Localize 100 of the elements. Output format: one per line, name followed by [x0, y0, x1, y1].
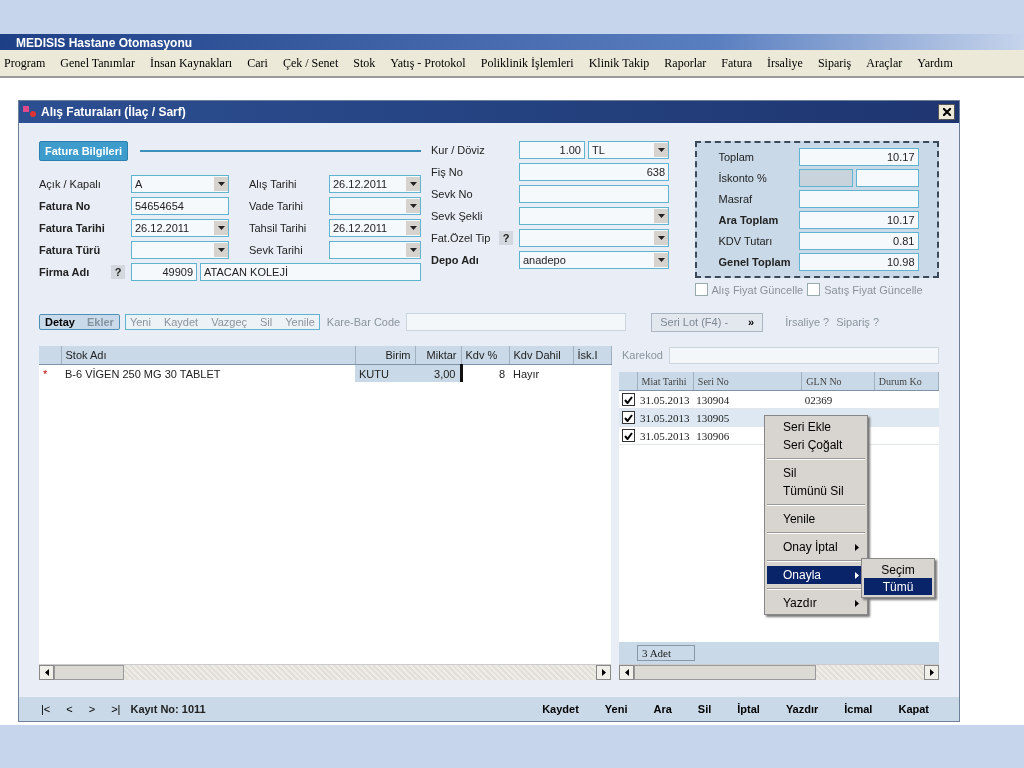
dropdown-arrow-icon[interactable]: [409, 226, 417, 230]
input-field[interactable]: 49909: [131, 263, 197, 281]
dropdown-arrow-icon[interactable]: [409, 204, 417, 208]
menu-item[interactable]: Onay İptal: [767, 538, 865, 556]
input-field[interactable]: 54654654: [131, 197, 229, 215]
dropdown-field[interactable]: [329, 241, 421, 259]
column-header[interactable]: İsk.I: [573, 346, 611, 365]
nav-button[interactable]: |<: [41, 703, 51, 715]
scroll-thumb[interactable]: [54, 665, 124, 680]
column-header[interactable]: GLN No: [801, 372, 875, 391]
row-checkbox[interactable]: [622, 429, 635, 442]
horizontal-scrollbar[interactable]: [39, 664, 611, 680]
menu-item[interactable]: Yatış - Protokol: [390, 55, 466, 71]
dropdown-arrow-icon[interactable]: [657, 236, 665, 240]
menu-item[interactable]: Fatura: [721, 55, 752, 71]
table-cell: B-6 VİGEN 250 MG 30 TABLET: [65, 367, 221, 380]
menu-item[interactable]: Yardım: [917, 55, 953, 71]
footer-button[interactable]: Yeni: [604, 703, 628, 715]
input-field[interactable]: 10.98: [798, 253, 919, 271]
dropdown-field[interactable]: [131, 241, 229, 259]
row-checkbox[interactable]: [622, 393, 635, 406]
menu-item[interactable]: Yazdır: [767, 594, 865, 612]
footer-button[interactable]: İcmal: [844, 703, 873, 715]
footer-button[interactable]: Kapat: [898, 703, 929, 715]
left-arrow-icon[interactable]: [624, 669, 629, 676]
close-button[interactable]: [938, 104, 955, 120]
footer-button[interactable]: Kaydet: [542, 703, 579, 715]
horizontal-scrollbar[interactable]: [619, 664, 939, 680]
dropdown-arrow-icon[interactable]: [409, 248, 417, 252]
barcode-field[interactable]: [406, 313, 627, 331]
tab[interactable]: Detay: [45, 316, 75, 328]
row-checkbox[interactable]: [622, 411, 635, 424]
input-field[interactable]: [855, 169, 919, 187]
menu-item[interactable]: Seri Çoğalt: [767, 436, 865, 454]
dropdown-field[interactable]: 26.12.2011: [329, 175, 421, 193]
menu-item[interactable]: Seri Ekle: [767, 418, 865, 436]
dropdown-field[interactable]: 26.12.2011: [131, 219, 229, 237]
input-field[interactable]: 0.81: [798, 232, 919, 250]
serial-lot-button[interactable]: Seri Lot (F4) - »: [651, 312, 764, 332]
column-header[interactable]: Birim: [355, 346, 415, 365]
column-header[interactable]: Miktar: [415, 346, 461, 365]
dropdown-arrow-icon[interactable]: [217, 248, 225, 252]
nav-button[interactable]: >: [88, 703, 96, 715]
input-field[interactable]: 10.17: [798, 211, 919, 229]
dropdown-arrow-icon[interactable]: [657, 214, 665, 218]
dropdown-arrow-icon[interactable]: [409, 182, 417, 186]
right-arrow-icon[interactable]: [601, 669, 606, 676]
column-header[interactable]: Durum Ko: [874, 372, 939, 391]
input-field[interactable]: [798, 190, 919, 208]
input-field[interactable]: [519, 185, 669, 203]
input-field[interactable]: ATACAN KOLEJİ: [200, 263, 421, 281]
menu-item[interactable]: Poliklinik İşlemleri: [480, 55, 574, 71]
column-header[interactable]: Miat Tarihi: [637, 372, 694, 391]
menu-item[interactable]: Sipariş: [817, 55, 852, 71]
right-arrow-icon[interactable]: [929, 669, 934, 676]
menu-item[interactable]: Tümü: [864, 578, 932, 595]
menu-item[interactable]: Raporlar: [664, 55, 707, 71]
nav-button[interactable]: >|: [111, 703, 121, 715]
footer-button[interactable]: Yazdır: [785, 703, 819, 715]
left-arrow-icon[interactable]: [44, 669, 49, 676]
column-header[interactable]: Kdv %: [461, 346, 509, 365]
dropdown-arrow-icon[interactable]: [217, 182, 225, 186]
dropdown-field[interactable]: [519, 207, 669, 225]
scroll-thumb[interactable]: [634, 665, 816, 680]
field-label: Karekod: [622, 349, 663, 361]
dropdown-arrow-icon[interactable]: [657, 148, 665, 152]
footer-button[interactable]: Sil: [697, 703, 712, 715]
dropdown-field[interactable]: A: [131, 175, 229, 193]
menu-item[interactable]: Sil: [767, 464, 865, 482]
column-header[interactable]: Kdv Dahil: [509, 346, 573, 365]
menu-item[interactable]: Klinik Takip: [588, 55, 650, 71]
menu-item[interactable]: Seçim: [864, 561, 932, 578]
menu-item[interactable]: Tümünü Sil: [767, 482, 865, 500]
input-field[interactable]: 1.00: [519, 141, 585, 159]
dropdown-arrow-icon[interactable]: [657, 258, 665, 262]
karekod-field[interactable]: [669, 346, 939, 364]
column-header[interactable]: Seri No: [693, 372, 802, 391]
footer-button[interactable]: İptal: [737, 703, 760, 715]
menu-item[interactable]: İnsan Kaynakları: [149, 55, 233, 71]
nav-button[interactable]: <: [66, 703, 73, 715]
dropdown-arrow-icon[interactable]: [217, 226, 225, 230]
dropdown-field[interactable]: 26.12.2011: [329, 219, 421, 237]
menu-item[interactable]: Genel Tanımlar: [60, 55, 135, 71]
input-field[interactable]: 638: [519, 163, 669, 181]
dropdown-field[interactable]: [329, 197, 421, 215]
help-button[interactable]: ?: [111, 265, 125, 279]
dropdown-field[interactable]: [519, 229, 669, 247]
input-field[interactable]: 10.17: [798, 148, 919, 166]
menu-item[interactable]: Yenile: [767, 510, 865, 528]
menu-item[interactable]: Araçlar: [866, 55, 903, 71]
menu-item[interactable]: Çek / Senet: [282, 55, 339, 71]
column-header[interactable]: Stok Adı: [61, 346, 355, 365]
menu-item[interactable]: Stok: [353, 55, 376, 71]
menu-item[interactable]: İrsaliye: [766, 55, 803, 71]
help-button[interactable]: ?: [499, 231, 513, 245]
dropdown-field[interactable]: TL: [588, 141, 669, 159]
menu-item[interactable]: Cari: [247, 55, 268, 71]
dropdown-field[interactable]: anadepo: [519, 251, 669, 269]
footer-button[interactable]: Ara: [653, 703, 672, 715]
menu-item[interactable]: Program: [4, 55, 46, 71]
